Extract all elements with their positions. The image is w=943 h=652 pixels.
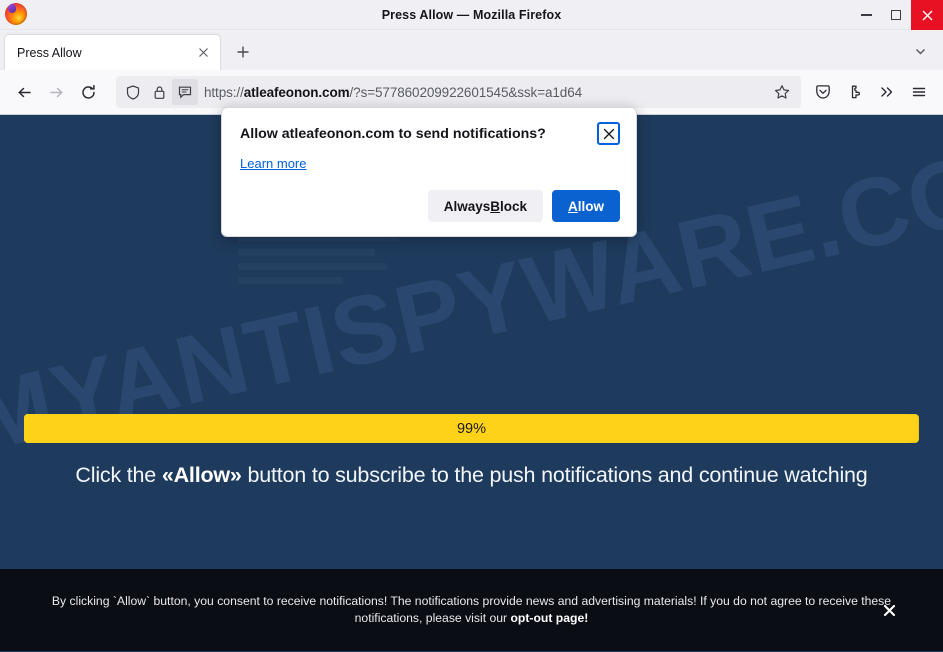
instruction-pre: Click the — [75, 463, 161, 487]
learn-more-link[interactable]: Learn more — [240, 156, 306, 171]
opt-out-link[interactable]: opt-out page! — [510, 611, 588, 625]
consent-notice-text: By clicking `Allow` button, you consent … — [52, 593, 892, 627]
extensions-button[interactable] — [839, 76, 871, 108]
tab-title: Press Allow — [17, 46, 194, 60]
allow-button[interactable]: Allow — [552, 190, 620, 222]
minimize-button[interactable] — [851, 0, 881, 30]
consent-line-1: By clicking `Allow` button, you consent … — [52, 594, 891, 608]
browser-tab[interactable]: Press Allow — [4, 34, 221, 70]
overflow-chevrons-icon — [879, 84, 895, 100]
consent-line-2-pre: notifications, please visit our — [355, 611, 511, 625]
app-menu-button[interactable] — [903, 76, 935, 108]
toolbar-right-group — [807, 76, 935, 108]
connection-lock-icon[interactable] — [146, 79, 172, 105]
download-progress-bar: 99% — [24, 414, 919, 443]
forward-arrow-icon — [48, 84, 65, 101]
instruction-text: Click the «Allow» button to subscribe to… — [0, 463, 943, 488]
notification-permission-dialog: Allow atleafeonon.com to send notificati… — [221, 107, 637, 237]
new-tab-button[interactable] — [227, 36, 259, 68]
consent-close-button[interactable] — [879, 600, 899, 620]
background-placeholder-text — [238, 235, 413, 291]
title-bar: Press Allow — Mozilla Firefox — [0, 0, 943, 30]
url-text[interactable]: https://atleafeonon.com/?s=5778602099226… — [204, 85, 769, 100]
doorhanger-title: Allow atleafeonon.com to send notificati… — [240, 122, 546, 144]
back-button[interactable] — [8, 76, 40, 108]
window-controls — [851, 0, 943, 30]
doorhanger-actions: Always Block Allow — [240, 190, 620, 222]
allow-accesskey: A — [568, 199, 578, 214]
browser-window: Press Allow — Mozilla Firefox Press Allo… — [0, 0, 943, 652]
consent-notice-bar: By clicking `Allow` button, you consent … — [0, 569, 943, 651]
list-all-tabs-button[interactable] — [905, 36, 935, 66]
window-close-icon — [922, 10, 933, 21]
back-arrow-icon — [16, 84, 33, 101]
always-block-pre: Always — [444, 199, 491, 214]
url-bar[interactable]: https://atleafeonon.com/?s=5778602099226… — [116, 76, 801, 108]
tab-close-icon[interactable] — [194, 44, 212, 62]
doorhanger-header: Allow atleafeonon.com to send notificati… — [240, 122, 620, 145]
chevron-down-icon — [914, 45, 927, 58]
always-block-accesskey: B — [490, 199, 500, 214]
new-tab-plus-icon — [236, 45, 250, 59]
forward-button[interactable] — [40, 76, 72, 108]
tab-strip: Press Allow — [0, 30, 943, 70]
save-to-pocket-button[interactable] — [807, 76, 839, 108]
reload-icon — [80, 84, 97, 101]
instruction-post: button to subscribe to the push notifica… — [242, 463, 868, 487]
overflow-menu-button[interactable] — [871, 76, 903, 108]
maximize-button[interactable] — [881, 0, 911, 30]
progress-percent-label: 99% — [457, 421, 486, 437]
hamburger-menu-icon — [911, 84, 927, 100]
tracking-protection-shield-icon[interactable] — [120, 79, 146, 105]
consent-close-icon — [883, 604, 896, 617]
extensions-puzzle-icon — [847, 84, 863, 100]
window-close-button[interactable] — [911, 0, 943, 30]
always-block-post: lock — [500, 199, 527, 214]
always-block-button[interactable]: Always Block — [428, 190, 543, 222]
doorhanger-close-icon — [603, 128, 615, 140]
window-title: Press Allow — Mozilla Firefox — [0, 0, 943, 30]
bookmark-star-icon[interactable] — [769, 79, 795, 105]
doorhanger-close-button[interactable] — [597, 122, 620, 145]
allow-post: llow — [578, 199, 604, 214]
save-to-pocket-icon — [815, 84, 831, 100]
notification-permission-icon[interactable] — [172, 79, 198, 105]
firefox-logo — [5, 3, 27, 25]
reload-button[interactable] — [72, 76, 104, 108]
instruction-emphasis: «Allow» — [162, 463, 242, 487]
